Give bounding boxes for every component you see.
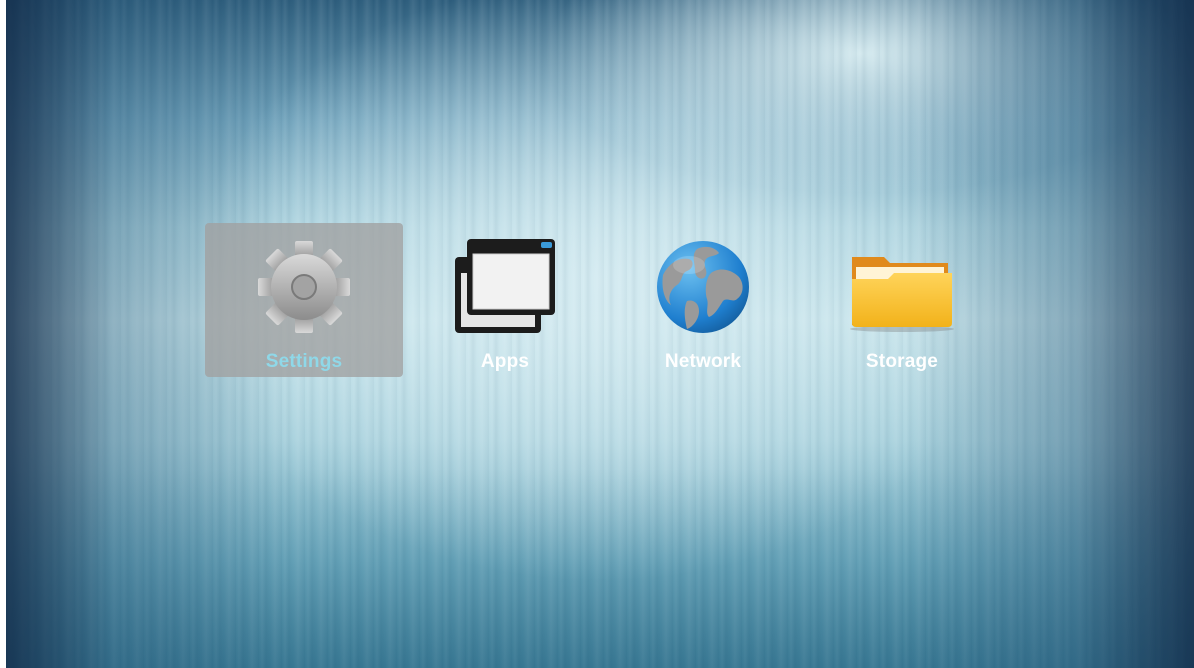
folder-icon bbox=[848, 237, 956, 337]
windows-icon bbox=[451, 237, 559, 337]
network-tile[interactable]: Network bbox=[604, 223, 802, 377]
storage-label: Storage bbox=[865, 351, 939, 372]
settings-tile[interactable]: Settings bbox=[205, 223, 403, 377]
storage-tile[interactable]: Storage bbox=[803, 223, 1001, 377]
settings-label: Settings bbox=[265, 351, 343, 372]
network-label: Network bbox=[664, 351, 742, 372]
launcher-background: Settings Apps Network Storage bbox=[6, 0, 1194, 668]
apps-label: Apps bbox=[480, 351, 530, 372]
main-menu: Settings Apps Network Storage bbox=[6, 0, 1194, 668]
apps-tile[interactable]: Apps bbox=[406, 223, 604, 377]
globe-icon bbox=[649, 237, 757, 337]
gear-icon bbox=[250, 237, 358, 337]
